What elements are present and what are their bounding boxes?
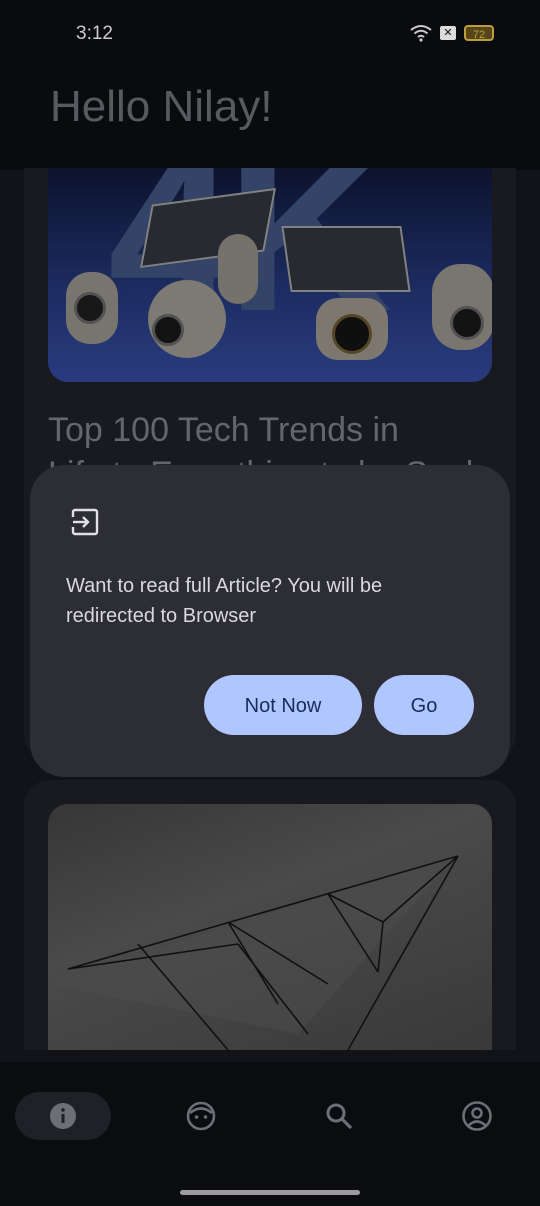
nav-item-account[interactable] — [429, 1092, 525, 1140]
face-icon — [186, 1101, 216, 1131]
nav-item-face[interactable] — [153, 1092, 249, 1140]
nav-item-search[interactable] — [291, 1092, 387, 1140]
exit-to-app-icon — [70, 508, 99, 536]
info-icon — [50, 1103, 76, 1129]
dialog-message: Want to read full Article? You will be r… — [66, 575, 383, 627]
home-indicator[interactable] — [180, 1190, 360, 1195]
redirect-dialog: Want to read full Article? You will be r… — [30, 465, 510, 777]
bottom-nav — [0, 1062, 540, 1206]
not-now-button[interactable]: Not Now — [204, 675, 362, 735]
search-icon — [326, 1103, 353, 1130]
nav-item-info[interactable] — [15, 1092, 111, 1140]
account-icon — [462, 1101, 492, 1131]
go-button[interactable]: Go — [374, 675, 474, 735]
